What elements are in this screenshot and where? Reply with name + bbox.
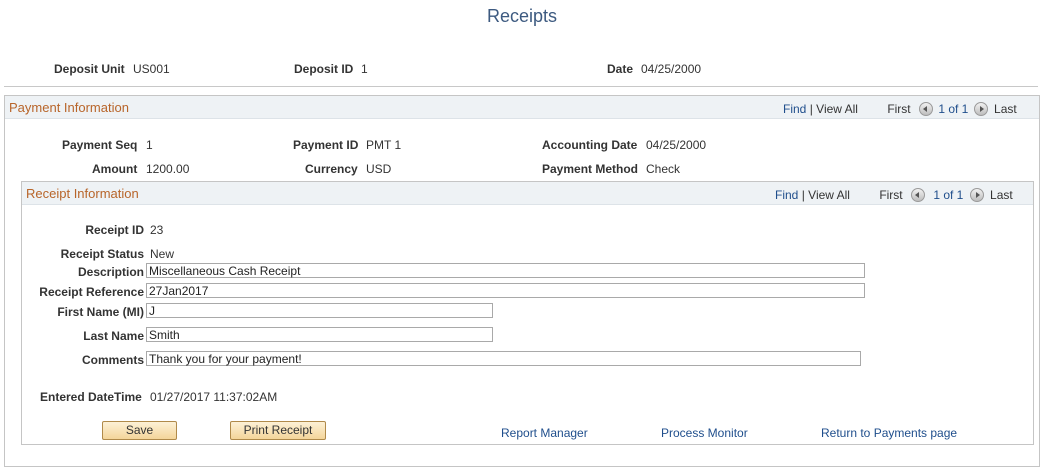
first-name-input[interactable]: J <box>146 303 493 318</box>
payment-prev-icon[interactable] <box>918 101 933 116</box>
receipt-information-title: Receipt Information <box>26 186 139 201</box>
entered-datetime-value: 01/27/2017 11:37:02AM <box>150 390 278 404</box>
payment-next-icon[interactable] <box>973 101 988 116</box>
receipt-view-all-link[interactable]: View All <box>808 188 850 202</box>
currency-label: Currency <box>305 162 358 176</box>
receipt-reference-input[interactable]: 27Jan2017 <box>146 283 865 298</box>
report-manager-link[interactable]: Report Manager <box>501 426 588 440</box>
entered-datetime-label: Entered DateTime <box>40 390 142 404</box>
deposit-unit-label: Deposit Unit <box>54 62 125 76</box>
deposit-id-value: 1 <box>361 62 368 76</box>
date-label: Date <box>607 62 634 76</box>
receipt-id-label: Receipt ID <box>85 223 144 237</box>
payment-nav-separator: | <box>809 101 813 116</box>
description-input[interactable]: Miscellaneous Cash Receipt <box>146 263 865 278</box>
payment-method-label: Payment Method <box>542 162 639 176</box>
accounting-date-value: 04/25/2000 <box>646 138 707 152</box>
receipt-nav-separator: | <box>801 187 805 202</box>
receipt-last-label[interactable]: Last <box>990 188 1013 202</box>
payment-information-title: Payment Information <box>9 100 129 115</box>
receipt-status-label: Receipt Status <box>60 247 144 261</box>
payment-range-text: 1 of 1 <box>938 101 969 116</box>
deposit-id-label: Deposit ID <box>294 62 354 76</box>
process-monitor-link[interactable]: Process Monitor <box>661 426 748 440</box>
receipt-reference-label: Receipt Reference <box>39 285 144 299</box>
amount-value: 1200.00 <box>146 162 190 176</box>
amount-label: Amount <box>92 162 138 176</box>
receipt-prev-icon[interactable] <box>910 187 925 202</box>
receipt-information-section: Receipt Information Find | View All Firs… <box>21 181 1034 445</box>
last-name-label: Last Name <box>83 329 144 343</box>
payment-find-link[interactable]: Find <box>783 102 806 116</box>
receipt-next-icon[interactable] <box>969 187 984 202</box>
date-value: 04/25/2000 <box>641 62 702 76</box>
currency-value: USD <box>366 162 392 176</box>
payment-view-all-link[interactable]: View All <box>816 102 858 116</box>
payment-information-header: Payment Information Find | View All Firs… <box>5 96 1039 119</box>
return-to-payments-link[interactable]: Return to Payments page <box>821 426 957 440</box>
receipt-status-value: New <box>150 247 175 261</box>
accounting-date-label: Accounting Date <box>542 138 638 152</box>
payment-seq-value: 1 <box>146 138 153 152</box>
payment-method-value: Check <box>646 162 681 176</box>
receipt-find-link[interactable]: Find <box>775 188 798 202</box>
receipt-information-header: Receipt Information Find | View All Firs… <box>22 182 1033 205</box>
payment-id-label: Payment ID <box>293 138 359 152</box>
receipt-nav: Find | View All First 1 of 1 Last <box>775 187 1013 202</box>
page-title: Receipts <box>486 6 558 26</box>
print-receipt-button[interactable]: Print Receipt <box>230 421 326 440</box>
first-name-label: First Name (MI) <box>57 305 144 319</box>
last-name-input[interactable]: Smith <box>146 327 493 342</box>
deposit-unit-value: US001 <box>133 62 170 76</box>
description-label: Description <box>77 265 144 279</box>
comments-label: Comments <box>81 353 144 367</box>
payment-nav: Find | View All First 1 of 1 Last <box>783 101 1017 116</box>
receipt-range-text: 1 of 1 <box>933 187 964 202</box>
payment-seq-label: Payment Seq <box>62 138 138 152</box>
payment-first-label[interactable]: First <box>887 102 910 116</box>
header-divider <box>4 86 1038 87</box>
payment-id-value: PMT 1 <box>366 138 402 152</box>
payment-information-section: Payment Information Find | View All Firs… <box>4 95 1040 467</box>
save-button[interactable]: Save <box>102 421 177 440</box>
comments-input[interactable]: Thank you for your payment! <box>146 351 861 366</box>
payment-last-label[interactable]: Last <box>994 102 1017 116</box>
receipt-first-label[interactable]: First <box>879 188 902 202</box>
receipt-id-value: 23 <box>150 223 164 237</box>
